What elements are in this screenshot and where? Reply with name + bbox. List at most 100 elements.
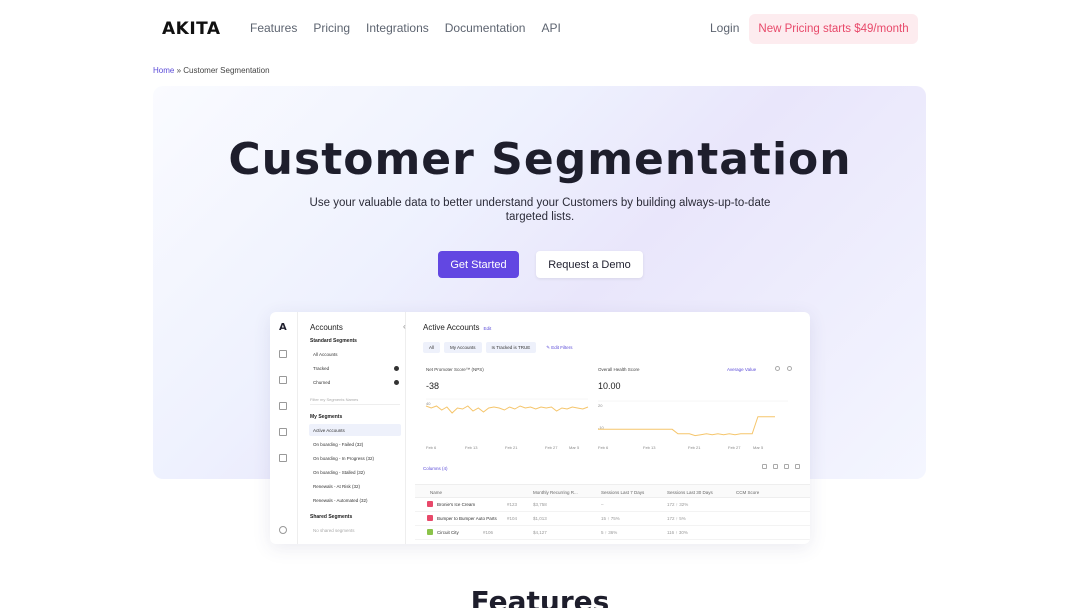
segment-renewals-automated[interactable]: Renewals - Automated (32) <box>313 498 368 503</box>
nav-link-pricing[interactable]: Pricing <box>313 21 350 35</box>
account-mrr: $4,127 <box>533 530 547 535</box>
columns-link[interactable]: Columns (4) <box>423 466 448 471</box>
edit-filters-link[interactable]: ✎ Edit Filters <box>540 342 578 353</box>
account-name[interactable]: Bumper to Bumper Auto Parts <box>437 516 497 521</box>
segments-panel: Accounts Standard Segments All Accounts … <box>305 312 405 544</box>
nps-x-tick-3: Feb 27 <box>545 445 558 450</box>
segment-all-accounts[interactable]: All Accounts <box>313 352 338 357</box>
product-screenshot: A Accounts Standard Segments All Account… <box>270 312 810 544</box>
reports-icon <box>279 402 287 410</box>
health-x-tick-3: Feb 27 <box>728 445 741 450</box>
segment-churned[interactable]: Churned <box>313 380 330 385</box>
segment-search-input[interactable]: Filter my Segments Names <box>310 397 400 405</box>
segment-onboarding-stalled[interactable]: On boarding - Stalled (32) <box>313 470 365 475</box>
breadcrumb-separator: » <box>176 66 182 75</box>
account-mrr: $1,013 <box>533 516 547 521</box>
table-row[interactable]: Circuit City #106 $4,127 5 ↑ 36% 116 ↑ 3… <box>415 526 810 540</box>
health-x-tick-2: Feb 21 <box>688 445 701 450</box>
table-header-row: Name Monthly Recurring R... Sessions Las… <box>415 484 810 498</box>
table-row[interactable]: Bumper to Bumper Auto Parts #104 $1,013 … <box>415 512 810 526</box>
tracked-dot-icon <box>394 366 399 371</box>
login-link[interactable]: Login <box>710 21 739 35</box>
shared-segments-empty: No shared segments <box>313 528 355 533</box>
nps-x-tick-4: Mar 5 <box>569 445 580 450</box>
filter-all-chip[interactable]: All <box>423 342 441 353</box>
account-avatar-icon <box>427 515 433 521</box>
top-nav: AKITA Features Pricing Integrations Docu… <box>0 0 1080 58</box>
breadcrumb-home[interactable]: Home <box>153 66 174 75</box>
breadcrumb-current: Customer Segmentation <box>183 66 270 75</box>
collapse-chevron-icon[interactable]: ‹ <box>403 322 406 331</box>
segment-onboarding-failed[interactable]: On boarding - Failed (32) <box>313 442 363 447</box>
table-row[interactable]: Bronie's Ice Cream #123 $3,758 – 172 ↑ 3… <box>415 498 810 512</box>
account-avatar-icon <box>427 501 433 507</box>
account-tag: #104 <box>507 516 518 521</box>
account-avatar-icon <box>427 529 433 535</box>
get-started-button[interactable]: Get Started <box>438 251 519 278</box>
search-icon <box>279 526 287 534</box>
segment-active-accounts[interactable]: Active Accounts <box>313 428 345 433</box>
sort-icon[interactable] <box>773 464 778 469</box>
col-sessions-7[interactable]: Sessions Last 7 Days <box>601 490 644 495</box>
filter-my-accounts-chip[interactable]: My Accounts <box>444 342 482 353</box>
standard-segments-header: Standard Segments <box>310 338 357 344</box>
more-icon[interactable] <box>795 464 800 469</box>
nps-series-line <box>425 405 589 414</box>
segment-title-text: Active Accounts <box>423 323 480 332</box>
account-sessions-7: 5 ↑ 36% <box>601 530 618 535</box>
filter-bar: All My Accounts Is Tracked is TRUE ✎ Edi… <box>423 342 579 353</box>
segment-tracked[interactable]: Tracked <box>313 366 329 371</box>
calendar-icon <box>279 428 287 436</box>
features-heading: Features <box>470 585 610 608</box>
account-name[interactable]: Circuit City <box>437 530 459 535</box>
nav-link-integrations[interactable]: Integrations <box>366 21 429 35</box>
col-name[interactable]: Name <box>430 490 442 495</box>
segment-title: Active Accounts Edit <box>423 323 491 332</box>
shared-segments-header: Shared Segments <box>310 514 353 520</box>
metrics-sparklines <box>425 398 788 437</box>
account-mrr: $3,758 <box>533 502 547 507</box>
filter-icon[interactable] <box>762 464 767 469</box>
akita-logo[interactable]: AKITA <box>162 19 221 39</box>
app-icon-rail: A <box>270 312 298 544</box>
app-logo: A <box>279 322 287 333</box>
segment-detail: Active Accounts Edit All My Accounts Is T… <box>415 312 810 544</box>
health-x-tick-4: Mar 5 <box>753 445 764 450</box>
health-x-tick-0: Feb 6 <box>598 445 609 450</box>
account-sessions-7: – <box>601 502 604 507</box>
segment-renewals-at-risk[interactable]: Renewals - At Risk (32) <box>313 484 360 489</box>
expand-icon[interactable] <box>784 464 789 469</box>
edit-segment-link[interactable]: Edit <box>483 326 491 331</box>
nav-links: Features Pricing Integrations Documentat… <box>250 21 561 35</box>
account-tag: #123 <box>507 502 518 507</box>
segment-onboarding-in-progress[interactable]: On boarding - In Progress (32) <box>313 456 374 461</box>
my-segments-header: My Segments <box>310 414 343 420</box>
account-tag: #106 <box>483 530 494 535</box>
segments-title: Accounts <box>310 323 343 332</box>
col-sessions-30[interactable]: Sessions Last 30 Days <box>667 490 713 495</box>
account-sessions-30: 172 ↑ 32% <box>667 502 689 507</box>
nav-link-documentation[interactable]: Documentation <box>445 21 526 35</box>
col-mrr[interactable]: Monthly Recurring R... <box>533 490 578 495</box>
panel-divider <box>405 312 406 544</box>
metrics-charts: Net Promoter Score™ (NPS) -38 40 Overall… <box>423 361 803 456</box>
account-name[interactable]: Bronie's Ice Cream <box>437 502 475 507</box>
col-ccm-score[interactable]: CCM Score <box>736 490 759 495</box>
nav-link-features[interactable]: Features <box>250 21 297 35</box>
health-series-line <box>598 416 775 437</box>
dashboard-icon <box>279 350 287 358</box>
hero-subtitle: Use your valuable data to better underst… <box>309 197 771 223</box>
request-demo-button[interactable]: Request a Demo <box>536 251 643 278</box>
breadcrumb: Home » Customer Segmentation <box>153 66 270 75</box>
filter-tracked-chip[interactable]: Is Tracked is TRUE <box>485 342 537 353</box>
nav-link-api[interactable]: API <box>541 21 560 35</box>
nps-x-tick-1: Feb 13 <box>465 445 478 450</box>
account-sessions-7: 15 ↑ 75% <box>601 516 620 521</box>
inbox-icon <box>279 454 287 462</box>
account-sessions-30: 172 ↑ 5% <box>667 516 686 521</box>
health-x-tick-1: Feb 13 <box>643 445 656 450</box>
page-title: Customer Segmentation <box>228 134 852 185</box>
account-sessions-30: 116 ↑ 30% <box>667 530 688 535</box>
pricing-promo-button[interactable]: New Pricing starts $49/month <box>749 14 918 44</box>
churned-dot-icon <box>394 380 399 385</box>
